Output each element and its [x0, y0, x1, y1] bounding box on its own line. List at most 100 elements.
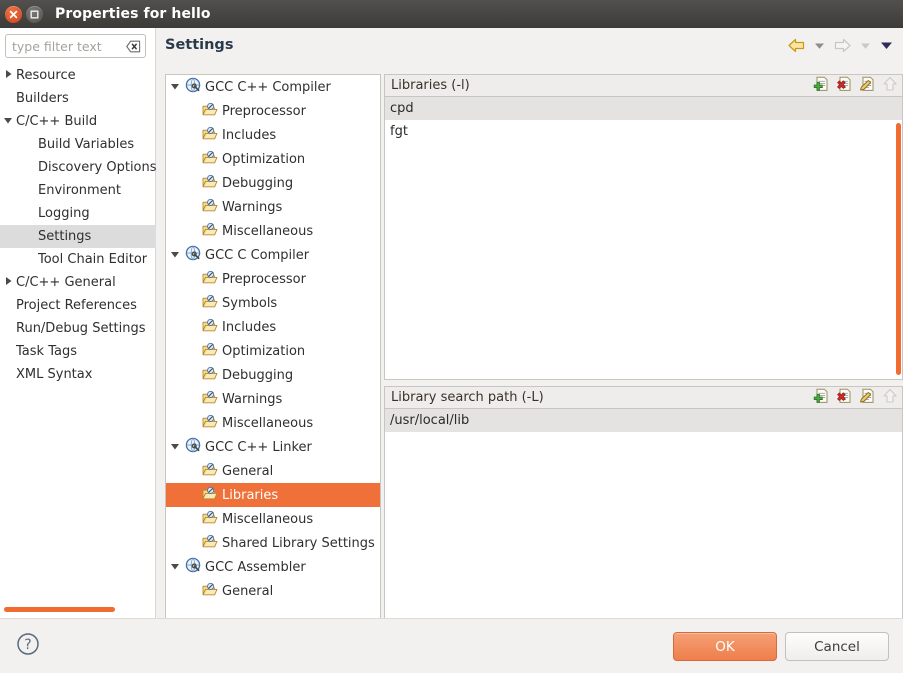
settings-tree-item-general[interactable]: General — [166, 579, 380, 603]
library-list-item[interactable]: fgt — [385, 120, 902, 143]
sidebar-item-xml-syntax[interactable]: XML Syntax — [0, 363, 156, 386]
settings-tree-item-preprocessor[interactable]: Preprocessor — [166, 99, 380, 123]
folder-tool-icon — [202, 582, 218, 601]
sidebar-item-c-c-general[interactable]: C/C++ General — [0, 271, 156, 294]
back-dropdown-icon[interactable] — [814, 42, 825, 50]
settings-tree-item-debugging[interactable]: Debugging — [166, 363, 380, 387]
sidebar-item-environment[interactable]: Environment — [0, 179, 156, 202]
delete-icon[interactable] — [836, 388, 852, 404]
folder-tool-icon — [202, 486, 218, 505]
chevron-down-icon[interactable] — [3, 114, 13, 129]
sidebar-item-label: Resource — [16, 68, 76, 83]
settings-tree-item-label: GCC C++ Linker — [205, 439, 312, 455]
folder-tool-icon — [202, 270, 218, 289]
settings-tree-item-warnings[interactable]: Warnings — [166, 387, 380, 411]
settings-tree-item-includes[interactable]: Includes — [166, 315, 380, 339]
settings-tree-item-label: Debugging — [222, 175, 294, 191]
settings-tree-item-miscellaneous[interactable]: Miscellaneous — [166, 411, 380, 435]
libraries-group: Libraries (-l) cpd fgt — [384, 74, 903, 380]
settings-tree-item-label: GCC C Compiler — [205, 247, 310, 263]
settings-tree-item-preprocessor[interactable]: Preprocessor — [166, 267, 380, 291]
chevron-down-icon[interactable] — [170, 248, 180, 263]
maximize-icon[interactable] — [26, 5, 43, 23]
close-icon[interactable] — [5, 5, 22, 23]
back-arrow-icon[interactable] — [788, 38, 805, 53]
filter-box[interactable] — [5, 34, 146, 58]
chevron-right-icon[interactable] — [4, 68, 13, 83]
window-title: Properties for hello — [55, 6, 211, 22]
settings-tree-item-label: Symbols — [222, 295, 278, 311]
libraries-vertical-scrollbar[interactable] — [896, 123, 901, 375]
sidebar-horizontal-scrollbar[interactable] — [4, 607, 115, 612]
settings-tree-item-label: GCC Assembler — [205, 559, 306, 575]
settings-tree-item-includes[interactable]: Includes — [166, 123, 380, 147]
add-icon[interactable] — [813, 388, 829, 404]
settings-tree-item-label: Shared Library Settings — [222, 535, 375, 551]
search-path-list-item[interactable]: /usr/local/lib — [385, 409, 902, 432]
settings-tree-item-label: Includes — [222, 319, 277, 335]
sidebar-item-label: C/C++ Build — [16, 114, 98, 129]
settings-tree-item-miscellaneous[interactable]: Miscellaneous — [166, 507, 380, 531]
sidebar-item-settings[interactable]: Settings — [0, 225, 156, 248]
edit-icon[interactable] — [859, 388, 875, 404]
sidebar-item-logging[interactable]: Logging — [0, 202, 156, 225]
sidebar-item-build-variables[interactable]: Build Variables — [0, 133, 156, 156]
settings-tree-item-general[interactable]: General — [166, 459, 380, 483]
settings-tree-item-label: Warnings — [222, 199, 283, 215]
search-path-group-toolbar — [813, 388, 898, 404]
settings-tree-item-label: Optimization — [222, 343, 306, 359]
sidebar-item-label: Project References — [16, 298, 137, 313]
search-path-group: Library search path (-L) /usr/local/lib — [384, 386, 903, 634]
settings-tree-item-label: Miscellaneous — [222, 511, 314, 527]
edit-icon[interactable] — [859, 76, 875, 92]
sidebar-item-task-tags[interactable]: Task Tags — [0, 340, 156, 363]
ok-button[interactable]: OK — [673, 632, 777, 661]
settings-tree-item-label: Preprocessor — [222, 103, 306, 119]
folder-tool-icon — [202, 222, 218, 241]
add-icon[interactable] — [813, 76, 829, 92]
settings-tree-item-label: Miscellaneous — [222, 415, 314, 431]
settings-tree-item-optimization[interactable]: Optimization — [166, 147, 380, 171]
help-icon[interactable]: ? — [16, 632, 40, 660]
sidebar-item-tool-chain-editor[interactable]: Tool Chain Editor — [0, 248, 156, 271]
compiler-icon — [185, 437, 201, 457]
folder-tool-icon — [202, 462, 218, 481]
chevron-right-icon[interactable] — [4, 275, 13, 290]
settings-header: Settings — [157, 28, 903, 74]
view-menu-dropdown-icon[interactable] — [880, 41, 893, 50]
chevron-down-icon[interactable] — [170, 560, 180, 575]
sidebar-item-builders[interactable]: Builders — [0, 87, 156, 110]
settings-tree-item-libraries[interactable]: Libraries — [166, 483, 380, 507]
cancel-button[interactable]: Cancel — [785, 632, 889, 661]
dialog-body: Resource Builders C/C++ Build Build Variabl… — [0, 28, 903, 634]
settings-tree-item-debugging[interactable]: Debugging — [166, 171, 380, 195]
settings-tree-item-gcc-assembler[interactable]: GCC Assembler — [166, 555, 380, 579]
settings-tree-item-gcc-c-compiler[interactable]: GCC C Compiler — [166, 243, 380, 267]
settings-tree-item-gcc-c-linker[interactable]: GCC C++ Linker — [166, 435, 380, 459]
settings-tree-item-miscellaneous[interactable]: Miscellaneous — [166, 219, 380, 243]
search-input[interactable] — [12, 38, 126, 54]
sidebar-item-resource[interactable]: Resource — [0, 64, 156, 87]
sidebar-tree: Resource Builders C/C++ Build Build Variabl… — [0, 64, 156, 386]
chevron-down-icon[interactable] — [170, 80, 180, 95]
settings-tree-item-warnings[interactable]: Warnings — [166, 195, 380, 219]
settings-tree-item-optimization[interactable]: Optimization — [166, 339, 380, 363]
settings-tree-item-shared-library-settings[interactable]: Shared Library Settings — [166, 531, 380, 555]
folder-tool-icon — [202, 126, 218, 145]
library-list-item[interactable]: cpd — [385, 97, 902, 120]
title-bar: Properties for hello — [0, 0, 903, 28]
folder-tool-icon — [202, 150, 218, 169]
folder-tool-icon — [202, 534, 218, 553]
chevron-down-icon[interactable] — [170, 440, 180, 455]
settings-tree-item-symbols[interactable]: Symbols — [166, 291, 380, 315]
svg-text:?: ? — [24, 637, 31, 653]
sidebar-item-c-c-build[interactable]: C/C++ Build — [0, 110, 156, 133]
settings-tree-item-gcc-c-compiler[interactable]: GCC C++ Compiler — [166, 75, 380, 99]
folder-tool-icon — [202, 198, 218, 217]
libraries-group-title: Libraries (-l) — [391, 78, 470, 93]
sidebar-item-discovery-options[interactable]: Discovery Options — [0, 156, 156, 179]
sidebar-item-run-debug-settings[interactable]: Run/Debug Settings — [0, 317, 156, 340]
delete-icon[interactable] — [836, 76, 852, 92]
sidebar-item-project-references[interactable]: Project References — [0, 294, 156, 317]
clear-icon[interactable] — [126, 40, 141, 53]
